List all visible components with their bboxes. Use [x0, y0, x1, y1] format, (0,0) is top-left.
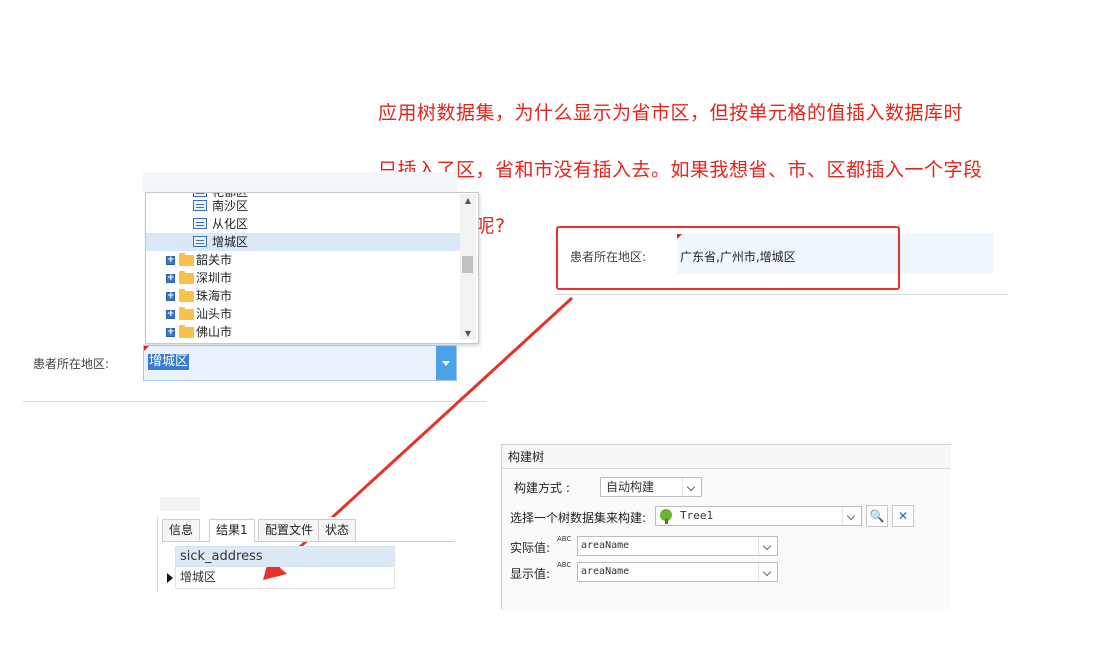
row-indicator-icon [167, 573, 173, 583]
chevron-down-icon[interactable] [842, 507, 861, 525]
column-header-sick-address[interactable]: sick_address [175, 546, 395, 567]
formula-abc-icon[interactable]: ABC [557, 561, 575, 579]
display-value-select[interactable]: areaName [577, 562, 778, 582]
dialog-title: 构建树 [502, 445, 950, 469]
formula-abc-icon[interactable]: ABC [557, 535, 575, 553]
tree-trunk [665, 519, 668, 524]
build-method-select[interactable]: 自动构建 [600, 477, 702, 497]
tools-icon[interactable]: ✕ [892, 505, 914, 527]
tab-profile[interactable]: 配置文件 [258, 519, 321, 541]
actual-value-label: 实际值: [510, 541, 551, 555]
table-row[interactable]: 增城区 [175, 567, 395, 589]
chevron-down-icon[interactable] [758, 563, 777, 581]
tab-info[interactable]: 信息 [162, 519, 201, 541]
panel-border [157, 517, 158, 592]
actual-value-select[interactable]: areaName [577, 536, 778, 556]
display-value-label: 显示值: [510, 567, 551, 581]
build-method-label: 构建方式 : [514, 481, 570, 495]
dataset-select[interactable]: Tree1 [655, 506, 862, 526]
chevron-down-icon[interactable] [682, 478, 701, 496]
preview-icon[interactable]: 🔍 [866, 505, 888, 527]
dataset-label: 选择一个树数据集来构建: [510, 511, 647, 525]
tab-status[interactable]: 状态 [318, 519, 357, 541]
result-tabs: 信息 结果1 配置文件 状态 [162, 517, 455, 542]
chevron-down-icon[interactable] [758, 537, 777, 555]
toolbar-stub [160, 497, 200, 511]
tab-result1[interactable]: 结果1 [209, 519, 255, 542]
